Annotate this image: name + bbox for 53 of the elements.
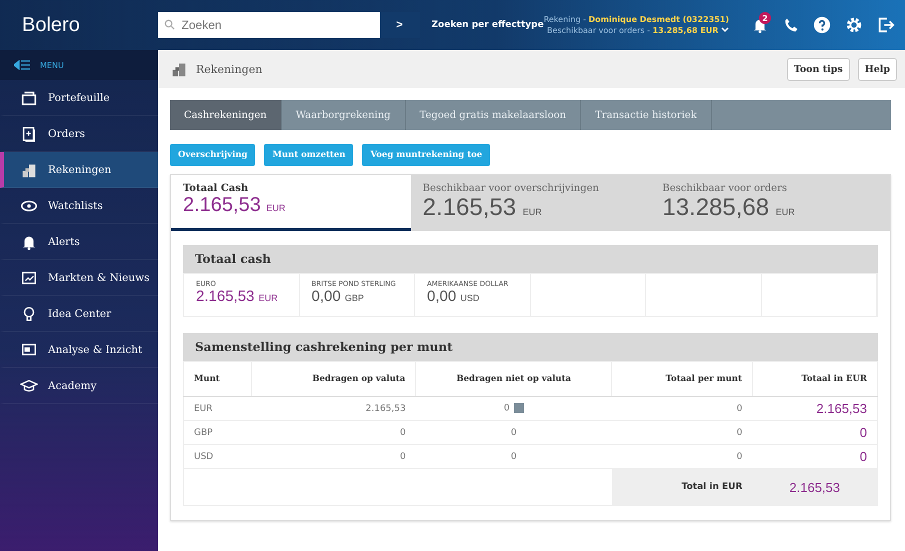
- phone-icon[interactable]: [783, 16, 799, 34]
- page-title: Rekeningen: [196, 62, 262, 76]
- table-cell: 0: [251, 420, 416, 444]
- column-header: Bedragen niet op valuta: [416, 362, 612, 396]
- menu-toggle[interactable]: MENU: [0, 50, 158, 80]
- table-cell: 2.165,53: [752, 396, 878, 420]
- help-icon[interactable]: [813, 16, 831, 34]
- section-header: Samenstelling cashrekening per munt: [183, 333, 878, 361]
- search-by-type-link[interactable]: Zoeken per effecttype: [432, 20, 544, 30]
- sidebar-label: Portefeuille: [48, 92, 110, 104]
- chevron-down-icon: [721, 27, 729, 33]
- header-button[interactable]: Help: [858, 58, 897, 80]
- column-header: Bedragen op valuta: [251, 362, 416, 396]
- menu-icon: [14, 60, 30, 70]
- account-selector[interactable]: Rekening - Dominique Desmedt (0322351) Beschikbaar voor orders - 13.285,68 EUR: [544, 14, 729, 36]
- table-cell: 0: [752, 420, 878, 444]
- settings-icon[interactable]: [845, 16, 863, 34]
- sidebar-label: Alerts: [48, 236, 80, 248]
- header-button[interactable]: Toon tips: [786, 58, 850, 80]
- total-value: 2.165,53: [752, 468, 878, 506]
- logo[interactable]: Bolero: [0, 14, 144, 36]
- column-header: Totaal in EUR: [752, 362, 878, 396]
- summary-tab[interactable]: Beschikbaar voor overschrijvingen 2.165,53 EUR: [410, 175, 650, 231]
- table-cell: 0: [416, 444, 612, 468]
- table-cell: 0: [416, 420, 612, 444]
- sidebar-label: Analyse & Inzicht: [48, 344, 142, 356]
- sidebar-label: Rekeningen: [48, 164, 112, 176]
- search-button[interactable]: >: [380, 12, 420, 38]
- logout-icon[interactable]: [877, 16, 895, 34]
- table-cell: 0: [416, 396, 612, 420]
- section-header: Totaal cash: [183, 245, 878, 273]
- table-cell: 0: [612, 420, 752, 444]
- table-cell: EUR: [184, 396, 252, 420]
- table-cell: 2.165,53: [251, 396, 416, 420]
- sidebar-label: Watchlists: [48, 200, 103, 212]
- document-icon: [20, 124, 38, 142]
- table-cell: GBP: [184, 420, 252, 444]
- column-header: Munt: [184, 362, 252, 396]
- table-cell: 0: [612, 396, 752, 420]
- tab[interactable]: Cashrekeningen: [170, 100, 282, 130]
- table-cell: 0: [251, 444, 416, 468]
- sidebar-label: Orders: [48, 128, 85, 140]
- sidebar-label: Academy: [48, 380, 97, 392]
- search-field[interactable]: Zoeken: [158, 12, 380, 38]
- sidebar-label: Markten & Nieuws: [48, 272, 150, 284]
- summary-tab[interactable]: Totaal Cash 2.165,53 EUR: [171, 175, 411, 231]
- table-cell: USD: [184, 444, 252, 468]
- summary-tab[interactable]: Beschikbaar voor orders 13.285,68 EUR: [650, 175, 890, 231]
- sidebar-label: Idea Center: [48, 308, 112, 320]
- column-header: Totaal per munt: [612, 362, 752, 396]
- notification-badge: 2: [759, 12, 771, 24]
- sidebar-item[interactable]: Rekeningen: [0, 152, 158, 188]
- total-label: Total in EUR: [612, 468, 752, 506]
